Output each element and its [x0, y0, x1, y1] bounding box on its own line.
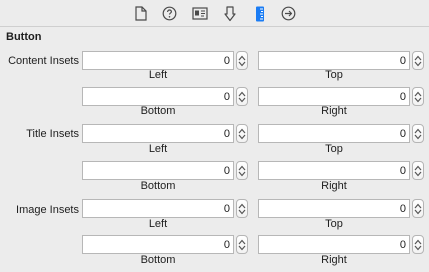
section-title: Button: [6, 31, 42, 43]
title-insets-bottom-stepper[interactable]: [236, 161, 248, 180]
inspector-toolbar: [0, 0, 429, 27]
image-insets-label: Image Insets: [16, 204, 79, 216]
content-insets-top-stepper[interactable]: [412, 51, 424, 70]
content-insets-left-field[interactable]: 0: [82, 51, 234, 70]
title-insets-right-stepper[interactable]: [412, 161, 424, 180]
title-insets-left-stepper[interactable]: [236, 124, 248, 143]
content-insets-bottom-stepper[interactable]: [236, 87, 248, 106]
content-insets-right-caption: Right: [321, 105, 347, 117]
title-insets-bottom-field[interactable]: 0: [82, 161, 234, 180]
quick-help-icon[interactable]: [161, 5, 178, 22]
image-insets-left-field[interactable]: 0: [82, 199, 234, 218]
image-insets-right-field[interactable]: 0: [258, 235, 410, 254]
attributes-inspector-icon[interactable]: [221, 5, 238, 22]
image-insets-right-stepper[interactable]: [412, 235, 424, 254]
title-insets-top-caption: Top: [325, 143, 343, 155]
image-insets-top-stepper[interactable]: [412, 199, 424, 218]
title-insets-left-caption: Left: [148, 143, 168, 155]
content-insets-right-field[interactable]: 0: [258, 87, 410, 106]
file-inspector-icon[interactable]: [132, 5, 149, 22]
content-insets-bottom-caption: Bottom: [140, 105, 176, 117]
identity-inspector-icon[interactable]: [191, 5, 208, 22]
size-inspector-icon[interactable]: [251, 5, 268, 22]
title-insets-right-field[interactable]: 0: [258, 161, 410, 180]
title-insets-left-field[interactable]: 0: [82, 124, 234, 143]
image-insets-right-caption: Right: [321, 254, 347, 266]
image-insets-top-field[interactable]: 0: [258, 199, 410, 218]
content-insets-label: Content Insets: [8, 55, 79, 67]
content-insets-bottom-field[interactable]: 0: [82, 87, 234, 106]
image-insets-bottom-caption: Bottom: [140, 254, 176, 266]
title-insets-bottom-caption: Bottom: [140, 180, 176, 192]
image-insets-left-stepper[interactable]: [236, 199, 248, 218]
image-insets-bottom-stepper[interactable]: [236, 235, 248, 254]
content-insets-top-caption: Top: [325, 69, 343, 81]
content-insets-top-field[interactable]: 0: [258, 51, 410, 70]
image-insets-top-caption: Top: [325, 218, 343, 230]
content-insets-left-stepper[interactable]: [236, 51, 248, 70]
title-insets-right-caption: Right: [321, 180, 347, 192]
content-insets-right-stepper[interactable]: [412, 87, 424, 106]
connections-inspector-icon[interactable]: [280, 5, 297, 22]
title-insets-top-field[interactable]: 0: [258, 124, 410, 143]
title-insets-top-stepper[interactable]: [412, 124, 424, 143]
image-insets-bottom-field[interactable]: 0: [82, 235, 234, 254]
content-insets-left-caption: Left: [148, 69, 168, 81]
title-insets-label: Title Insets: [26, 128, 79, 140]
image-insets-left-caption: Left: [148, 218, 168, 230]
